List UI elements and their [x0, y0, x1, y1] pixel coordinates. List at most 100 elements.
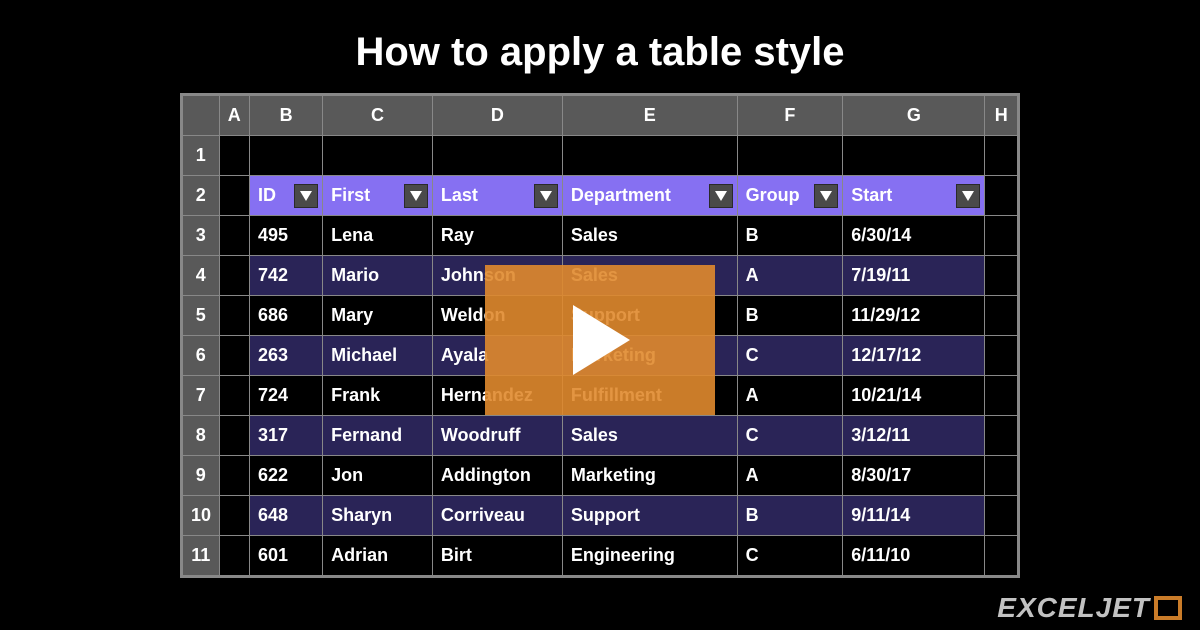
cell-first[interactable]: Adrian [323, 536, 433, 576]
cell[interactable] [985, 456, 1018, 496]
table-header-group[interactable]: Group [737, 176, 843, 216]
cell-id[interactable]: 495 [250, 216, 323, 256]
cell-id[interactable]: 724 [250, 376, 323, 416]
cell-group[interactable]: B [737, 216, 843, 256]
cell-first[interactable]: Mary [323, 296, 433, 336]
cell-group[interactable]: A [737, 456, 843, 496]
cell-group[interactable]: A [737, 256, 843, 296]
cell[interactable] [219, 216, 249, 256]
select-all-corner[interactable] [183, 96, 220, 136]
cell-group[interactable]: C [737, 416, 843, 456]
cell-department[interactable]: Support [562, 496, 737, 536]
column-header[interactable]: D [432, 96, 562, 136]
cell-department[interactable]: Marketing [562, 456, 737, 496]
cell-first[interactable]: Mario [323, 256, 433, 296]
cell-id[interactable]: 648 [250, 496, 323, 536]
cell[interactable] [985, 416, 1018, 456]
cell[interactable] [562, 136, 737, 176]
cell-start[interactable]: 3/12/11 [843, 416, 985, 456]
column-header[interactable]: E [562, 96, 737, 136]
row-header[interactable]: 5 [183, 296, 220, 336]
row-header[interactable]: 4 [183, 256, 220, 296]
cell[interactable] [323, 136, 433, 176]
cell[interactable] [219, 456, 249, 496]
cell-start[interactable]: 6/30/14 [843, 216, 985, 256]
cell-start[interactable]: 8/30/17 [843, 456, 985, 496]
cell-first[interactable]: Lena [323, 216, 433, 256]
column-header[interactable]: H [985, 96, 1018, 136]
play-button[interactable] [485, 265, 715, 415]
cell[interactable] [737, 136, 843, 176]
cell-id[interactable]: 263 [250, 336, 323, 376]
filter-dropdown-icon[interactable] [709, 184, 733, 208]
table-header-start[interactable]: Start [843, 176, 985, 216]
cell[interactable] [843, 136, 985, 176]
cell-group[interactable]: A [737, 376, 843, 416]
cell[interactable] [985, 336, 1018, 376]
filter-dropdown-icon[interactable] [294, 184, 318, 208]
cell-last[interactable]: Woodruff [432, 416, 562, 456]
table-header-first[interactable]: First [323, 176, 433, 216]
filter-dropdown-icon[interactable] [814, 184, 838, 208]
cell-group[interactable]: B [737, 296, 843, 336]
cell-department[interactable]: Engineering [562, 536, 737, 576]
column-header[interactable]: C [323, 96, 433, 136]
cell[interactable] [432, 136, 562, 176]
cell-id[interactable]: 742 [250, 256, 323, 296]
cell[interactable] [985, 176, 1018, 216]
cell-start[interactable]: 7/19/11 [843, 256, 985, 296]
cell-group[interactable]: C [737, 336, 843, 376]
row-header[interactable]: 2 [183, 176, 220, 216]
cell-last[interactable]: Addington [432, 456, 562, 496]
cell[interactable] [219, 496, 249, 536]
row-header[interactable]: 11 [183, 536, 220, 576]
cell-last[interactable]: Ray [432, 216, 562, 256]
cell-group[interactable]: B [737, 496, 843, 536]
cell[interactable] [985, 216, 1018, 256]
cell[interactable] [250, 136, 323, 176]
row-header[interactable]: 10 [183, 496, 220, 536]
cell-start[interactable]: 12/17/12 [843, 336, 985, 376]
cell[interactable] [985, 136, 1018, 176]
cell[interactable] [219, 416, 249, 456]
cell-start[interactable]: 6/11/10 [843, 536, 985, 576]
column-header[interactable]: A [219, 96, 249, 136]
cell[interactable] [219, 376, 249, 416]
row-header[interactable]: 8 [183, 416, 220, 456]
filter-dropdown-icon[interactable] [404, 184, 428, 208]
row-header[interactable]: 7 [183, 376, 220, 416]
cell-first[interactable]: Sharyn [323, 496, 433, 536]
row-header[interactable]: 3 [183, 216, 220, 256]
cell-first[interactable]: Frank [323, 376, 433, 416]
cell-group[interactable]: C [737, 536, 843, 576]
cell[interactable] [985, 296, 1018, 336]
cell[interactable] [219, 296, 249, 336]
cell-id[interactable]: 622 [250, 456, 323, 496]
cell[interactable] [219, 536, 249, 576]
cell[interactable] [219, 176, 249, 216]
cell[interactable] [219, 256, 249, 296]
filter-dropdown-icon[interactable] [534, 184, 558, 208]
cell-last[interactable]: Corriveau [432, 496, 562, 536]
cell-id[interactable]: 601 [250, 536, 323, 576]
table-header-department[interactable]: Department [562, 176, 737, 216]
row-header[interactable]: 1 [183, 136, 220, 176]
cell-last[interactable]: Birt [432, 536, 562, 576]
cell-first[interactable]: Jon [323, 456, 433, 496]
cell[interactable] [985, 536, 1018, 576]
filter-dropdown-icon[interactable] [956, 184, 980, 208]
cell-start[interactable]: 11/29/12 [843, 296, 985, 336]
column-header[interactable]: B [250, 96, 323, 136]
row-header[interactable]: 9 [183, 456, 220, 496]
column-header[interactable]: G [843, 96, 985, 136]
row-header[interactable]: 6 [183, 336, 220, 376]
cell[interactable] [985, 376, 1018, 416]
column-header[interactable]: F [737, 96, 843, 136]
cell-start[interactable]: 9/11/14 [843, 496, 985, 536]
cell[interactable] [985, 256, 1018, 296]
cell-start[interactable]: 10/21/14 [843, 376, 985, 416]
cell-department[interactable]: Sales [562, 216, 737, 256]
cell-id[interactable]: 317 [250, 416, 323, 456]
cell-first[interactable]: Fernand [323, 416, 433, 456]
cell-first[interactable]: Michael [323, 336, 433, 376]
